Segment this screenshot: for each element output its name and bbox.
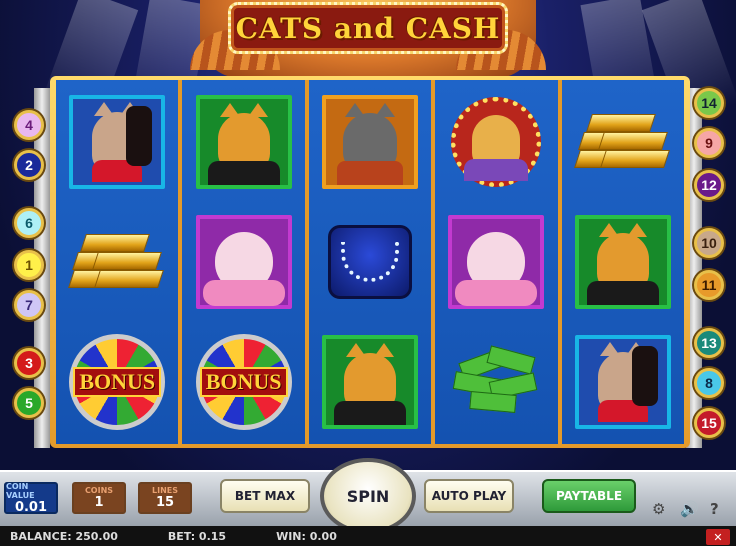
tabby-cat-icon xyxy=(207,103,280,185)
bonus-label: BONUS xyxy=(73,367,162,397)
payline-marker[interactable]: 11 xyxy=(694,270,724,300)
coins-label: COINS xyxy=(84,486,114,495)
reel-1: BONUS xyxy=(56,80,179,444)
payline-marker[interactable]: 14 xyxy=(694,88,724,118)
symbol-grey-cat xyxy=(309,82,431,202)
payline-marker[interactable]: 6 xyxy=(14,208,44,238)
symbol-cat-in-red xyxy=(56,82,178,202)
close-icon[interactable]: ✕ xyxy=(706,529,730,545)
payline-marker[interactable]: 5 xyxy=(14,388,44,418)
symbol-pink-cat xyxy=(182,202,304,322)
symbol-bonus: BONUS xyxy=(56,322,178,442)
payline-marker[interactable]: 13 xyxy=(694,328,724,358)
lines-value: 15 xyxy=(155,495,175,510)
auto-play-button[interactable]: AUTO PLAY xyxy=(424,479,514,513)
symbol-necklace xyxy=(309,202,431,322)
cash-icon xyxy=(452,345,540,417)
payline-marker[interactable]: 1 xyxy=(14,250,44,280)
grey-cat-icon xyxy=(337,103,404,185)
reel-5 xyxy=(561,80,685,444)
payline-marker[interactable]: 2 xyxy=(14,150,44,180)
payline-marker[interactable]: 4 xyxy=(14,110,44,140)
bet-max-button[interactable]: BET MAX xyxy=(220,479,310,513)
payline-marker[interactable]: 15 xyxy=(694,408,724,438)
game-title: CATS and CASH xyxy=(235,11,501,45)
bet-text: BET: 0.15 xyxy=(167,529,227,543)
pink-cat-icon xyxy=(455,232,538,306)
coin-value: 0.01 xyxy=(14,499,48,515)
coins-value: 1 xyxy=(94,495,104,510)
balance-text: BALANCE: 250.00 xyxy=(10,529,118,543)
cat-in-red-icon xyxy=(597,342,658,422)
bonus-label: BONUS xyxy=(199,367,288,397)
coin-value-box[interactable]: COIN VALUE 0.01 xyxy=(4,481,58,515)
spin-button[interactable]: SPIN xyxy=(320,458,416,534)
payline-marker[interactable]: 10 xyxy=(694,228,724,258)
payline-marker[interactable]: 7 xyxy=(14,290,44,320)
bonus-wheel-icon: BONUS xyxy=(69,334,166,430)
symbol-tabby-cat xyxy=(309,322,431,442)
game-stage: CATS and CASH BONUS BONUS 4 2 6 1 7 3 5 … xyxy=(0,0,736,546)
gold-bars-icon xyxy=(573,114,670,170)
pink-cat-icon xyxy=(202,232,285,306)
symbol-gold-bars xyxy=(56,202,178,322)
coins-box[interactable]: COINS 1 xyxy=(72,482,126,514)
coin-value-label: COIN VALUE xyxy=(6,481,35,500)
bonus-wheel-icon: BONUS xyxy=(195,334,292,430)
settings-icon[interactable]: ⚙ xyxy=(652,500,665,518)
necklace-icon xyxy=(328,225,413,299)
reel-2: BONUS xyxy=(182,80,305,444)
status-bar: BALANCE: 250.00 BET: 0.15 WIN: 0.00 xyxy=(0,526,736,546)
boss-cat-icon xyxy=(451,97,542,187)
symbol-cash xyxy=(435,322,557,442)
symbol-cat-in-red xyxy=(562,322,684,442)
win-text: WIN: 0.00 xyxy=(276,529,337,543)
payline-marker[interactable]: 8 xyxy=(694,368,724,398)
symbol-gold-bars xyxy=(562,82,684,202)
tabby-cat-icon xyxy=(586,223,659,305)
symbol-boss-cat xyxy=(435,82,557,202)
tabby-cat-icon xyxy=(334,343,407,425)
sound-icon[interactable]: 🔊 xyxy=(680,500,699,518)
reels: BONUS BONUS xyxy=(56,80,685,444)
reel-4 xyxy=(435,80,558,444)
symbol-tabby-cat xyxy=(182,82,304,202)
payline-marker[interactable]: 9 xyxy=(694,128,724,158)
symbol-pink-cat xyxy=(435,202,557,322)
game-logo: CATS and CASH xyxy=(228,2,508,54)
help-icon[interactable]: ? xyxy=(710,500,719,518)
cat-in-red-icon xyxy=(92,102,153,182)
symbol-tabby-cat xyxy=(562,202,684,322)
gold-bars-icon xyxy=(68,234,165,290)
paytable-button[interactable]: PAYTABLE xyxy=(542,479,636,513)
symbol-bonus: BONUS xyxy=(182,322,304,442)
lines-label: LINES xyxy=(152,486,178,495)
payline-marker[interactable]: 3 xyxy=(14,348,44,378)
payline-marker[interactable]: 12 xyxy=(694,170,724,200)
lines-box[interactable]: LINES 15 xyxy=(138,482,192,514)
reel-3 xyxy=(308,80,432,444)
